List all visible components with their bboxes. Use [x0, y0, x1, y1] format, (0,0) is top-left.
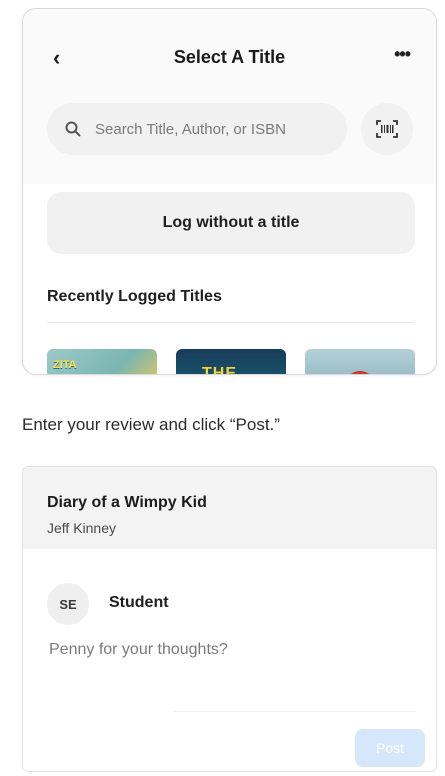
- divider: [47, 322, 414, 323]
- review-screen: Diary of a Wimpy Kid Jeff Kinney SE Stud…: [22, 466, 437, 772]
- book-cover-text: THE LAST: [202, 365, 237, 375]
- avatar: SE: [47, 583, 89, 625]
- book-cover-text: ZITA: [53, 359, 77, 371]
- search-field[interactable]: [47, 103, 347, 155]
- review-input[interactable]: [47, 639, 416, 703]
- book-cover-3[interactable]: [305, 349, 415, 374]
- book-author: Jeff Kinney: [47, 520, 117, 536]
- page-title: Select A Title: [173, 47, 286, 67]
- book-cover-2[interactable]: THE LAST: [176, 349, 286, 375]
- cover-illustration: [345, 371, 375, 374]
- instruction-text: Enter your review and click “Post.”: [22, 415, 280, 434]
- log-without-title-button[interactable]: Log without a title: [47, 192, 415, 254]
- book-cover-1[interactable]: ZITA: [47, 349, 157, 374]
- post-button[interactable]: Post: [355, 729, 425, 767]
- select-title-screen: ‹ Select A Title ••• Log without a title…: [22, 8, 437, 375]
- user-name: Student: [109, 594, 169, 611]
- divider: [173, 711, 416, 712]
- recent-titles-heading: Recently Logged Titles: [47, 288, 222, 305]
- barcode-scan-button[interactable]: [361, 103, 413, 155]
- top-section: [23, 9, 436, 184]
- search-icon: [65, 121, 81, 137]
- book-title: Diary of a Wimpy Kid: [47, 494, 207, 511]
- more-options-icon[interactable]: •••: [394, 44, 411, 65]
- search-input[interactable]: [93, 119, 327, 139]
- barcode-scan-icon: [376, 120, 398, 138]
